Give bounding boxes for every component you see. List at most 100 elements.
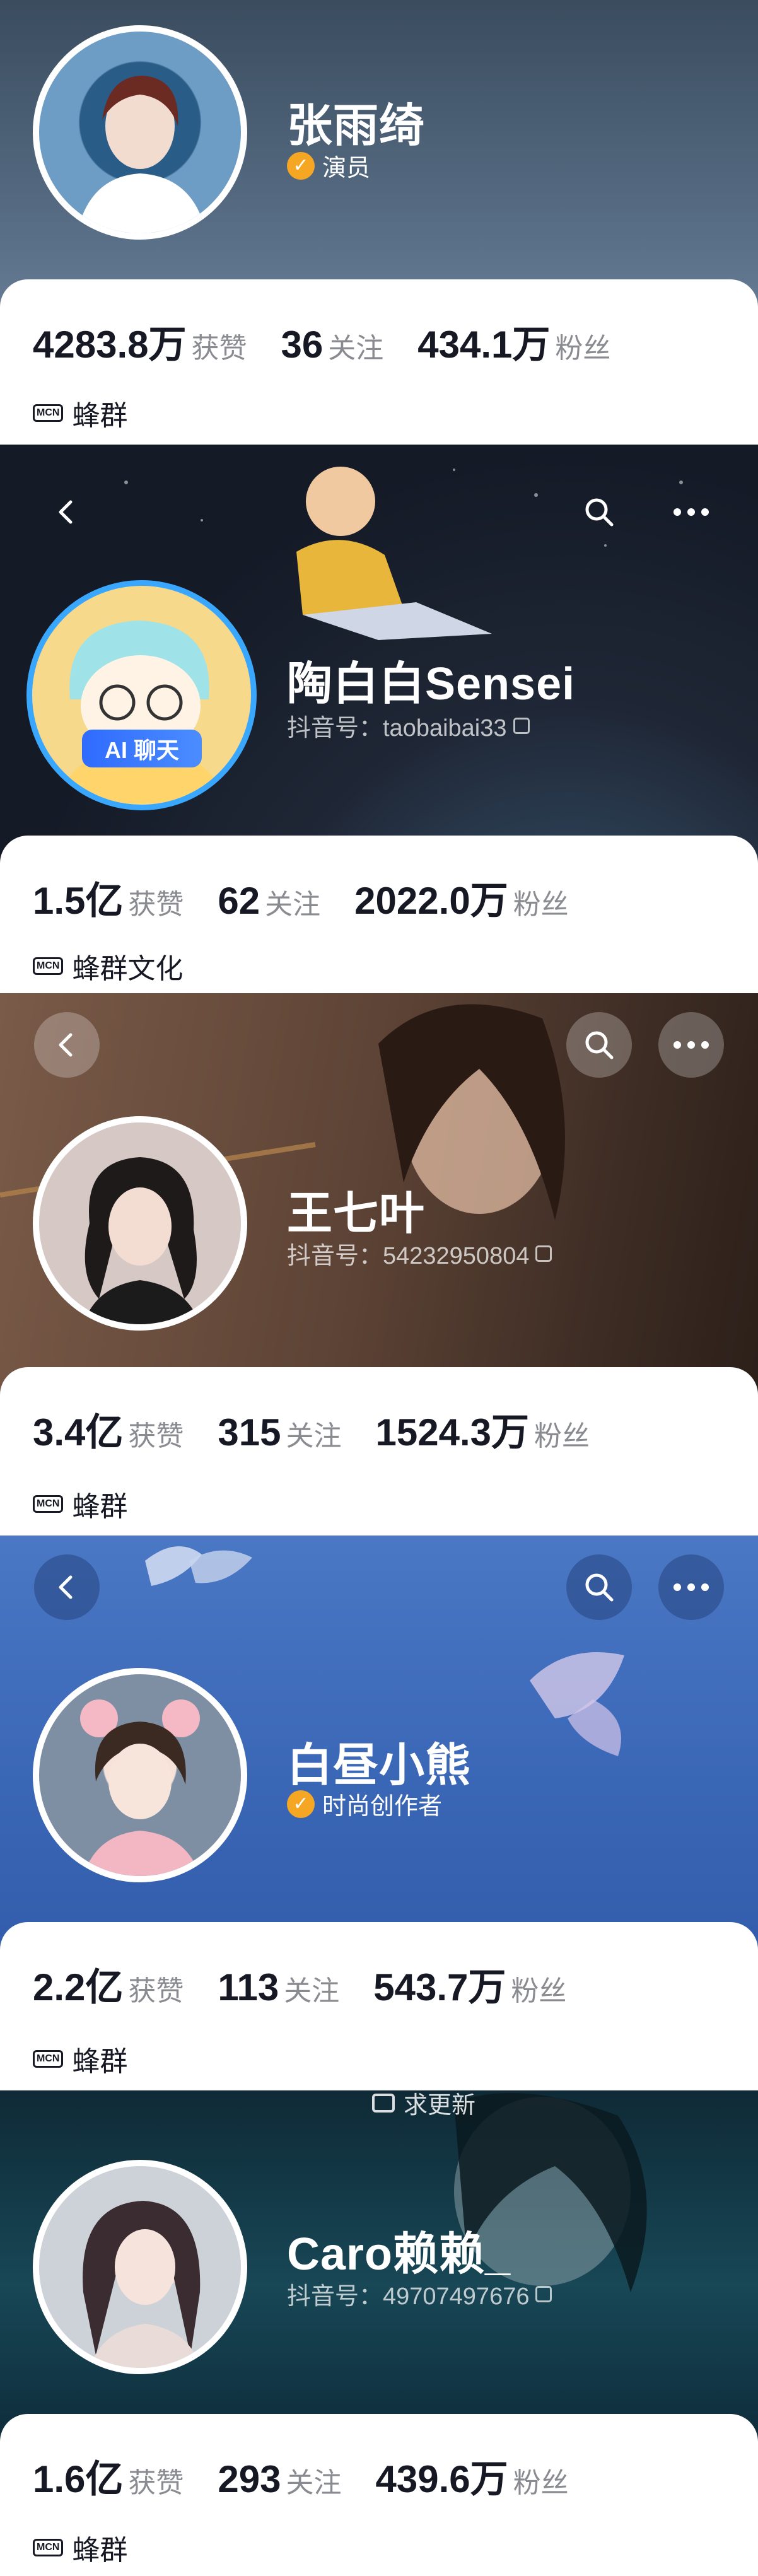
following-count: 315 [218, 1411, 281, 1454]
fans-label: 粉丝 [513, 889, 569, 920]
profile-section-2: AI 聊天 陶白白Sensei 抖音号：taobaibai33 1.5亿 获赞 … [0, 445, 758, 993]
following-label: 关注 [265, 889, 321, 920]
fans-stat[interactable]: 1524.3万 粉丝 [376, 1402, 590, 1457]
avatar-illustration [80, 1699, 200, 1876]
following-count: 62 [218, 880, 260, 922]
account-id[interactable]: 抖音号：taobaibai33 [287, 708, 530, 743]
top-hint[interactable]: 求更新 [372, 2090, 475, 2120]
profile-section-1: 张雨绮 ✓ 演员 4283.8万 获赞 36 关注 434.1万 粉丝 MCN … [0, 0, 758, 445]
fans-stat[interactable]: 543.7万 粉丝 [373, 1957, 566, 2012]
following-stat[interactable]: 62 关注 [218, 879, 320, 923]
search-button[interactable] [566, 1012, 632, 1078]
avatar[interactable] [33, 1668, 247, 1882]
account-id[interactable]: 抖音号：54232950804 [287, 1236, 552, 1271]
likes-stat[interactable]: 3.4亿 获赞 [33, 1402, 184, 1457]
mcn-name: 蜂群 [72, 400, 128, 431]
fans-count: 434.1万 [417, 323, 551, 366]
profile-name: 王七叶 [287, 1189, 426, 1239]
fans-count: 1524.3万 [375, 1411, 530, 1454]
mcn-icon: MCN [33, 1495, 64, 1513]
stats-row: 2.2亿 获赞 113 关注 543.7万 粉丝 [33, 1957, 600, 2012]
verification-label: 演员 [322, 155, 371, 182]
copy-icon[interactable] [513, 717, 530, 734]
account-id-text: 抖音号：54232950804 [287, 1243, 530, 1269]
profile-section-3: 王七叶 抖音号：54232950804 3.4亿 获赞 315 关注 1524.… [0, 993, 758, 1536]
following-label: 关注 [286, 2468, 342, 2498]
more-horizontal-icon [673, 1041, 709, 1049]
following-count: 293 [218, 2458, 281, 2500]
likes-label: 获赞 [191, 333, 247, 364]
avatar[interactable] [26, 580, 257, 810]
fans-label: 粉丝 [534, 1421, 590, 1452]
back-button[interactable] [34, 1554, 100, 1620]
following-label: 关注 [328, 333, 384, 364]
chevron-left-icon [59, 1033, 73, 1057]
fans-count: 543.7万 [373, 1966, 506, 2008]
more-button[interactable] [658, 479, 724, 545]
more-horizontal-icon [673, 508, 709, 516]
likes-count: 4283.8万 [33, 323, 187, 366]
search-button[interactable] [566, 479, 632, 545]
fans-label: 粉丝 [511, 1976, 567, 2007]
stats-row: 3.4亿 获赞 315 关注 1524.3万 粉丝 [33, 1402, 624, 1457]
mcn-icon: MCN [33, 404, 64, 422]
likes-stat[interactable]: 4283.8万 获赞 [33, 314, 247, 369]
search-icon [585, 1031, 614, 1059]
profile-name: 张雨绮 [287, 101, 426, 151]
avatar[interactable] [33, 2160, 247, 2374]
account-id-text: 抖音号：taobaibai33 [287, 715, 507, 742]
mcn-name: 蜂群文化 [72, 953, 184, 984]
mcn-icon: MCN [33, 2539, 64, 2556]
avatar-illustration [83, 2201, 201, 2368]
profile-card: 2.2亿 获赞 113 关注 543.7万 粉丝 MCN 蜂群 [0, 1922, 758, 2090]
search-icon [585, 498, 614, 527]
back-button[interactable] [34, 1012, 100, 1078]
mcn-row[interactable]: MCN 蜂群 [33, 2039, 127, 2079]
avatar-illustration [83, 1157, 200, 1324]
profile-name: 陶白白Sensei [287, 659, 576, 709]
following-count: 36 [281, 323, 324, 366]
fans-label: 粉丝 [513, 2468, 569, 2498]
avatar[interactable] [33, 25, 247, 240]
fans-stat[interactable]: 2022.0万 粉丝 [354, 870, 569, 925]
profile-card: 1.5亿 获赞 62 关注 2022.0万 粉丝 MCN 蜂群文化 [0, 836, 758, 993]
copy-icon[interactable] [535, 2285, 552, 2302]
copy-icon[interactable] [535, 1245, 552, 1262]
following-stat[interactable]: 293 关注 [218, 2457, 341, 2501]
mcn-name: 蜂群 [72, 2046, 128, 2077]
following-stat[interactable]: 315 关注 [218, 1411, 341, 1454]
likes-stat[interactable]: 1.5亿 获赞 [33, 870, 184, 925]
profile-card: 3.4亿 获赞 315 关注 1524.3万 粉丝 MCN 蜂群 [0, 1367, 758, 1536]
profile-section-5: 求更新 Caro赖赖_ 抖音号：49707497676 1.6亿 获赞 293 … [0, 2090, 758, 2576]
fans-stat[interactable]: 434.1万 粉丝 [417, 314, 610, 369]
profile-card: 1.6亿 获赞 293 关注 439.6万 粉丝 MCN 蜂群 [0, 2414, 758, 2576]
mcn-row[interactable]: MCN 蜂群文化 [33, 946, 183, 986]
profile-name: Caro赖赖_ [287, 2229, 511, 2280]
account-id[interactable]: 抖音号：49707497676 [287, 2276, 552, 2311]
mcn-icon: MCN [33, 2050, 64, 2068]
fans-stat[interactable]: 439.6万 粉丝 [376, 2449, 569, 2503]
profile-name: 白昼小熊 [287, 1740, 472, 1791]
more-button[interactable] [658, 1012, 724, 1078]
search-button[interactable] [566, 1554, 632, 1620]
following-stat[interactable]: 113 关注 [218, 1966, 339, 2009]
likes-count: 3.4亿 [33, 1411, 124, 1454]
mcn-row[interactable]: MCN 蜂群 [33, 1484, 127, 1524]
ai-chat-button[interactable]: AI 聊天 [82, 730, 202, 767]
fans-count: 439.6万 [375, 2458, 508, 2500]
avatar-illustration [57, 621, 224, 803]
avatar-illustration [77, 76, 206, 233]
following-stat[interactable]: 36 关注 [281, 323, 384, 366]
mcn-name: 蜂群 [72, 1491, 128, 1522]
back-button[interactable] [34, 479, 100, 545]
mcn-row[interactable]: MCN 蜂群 [33, 2527, 127, 2568]
likes-stat[interactable]: 2.2亿 获赞 [33, 1957, 184, 2012]
verification-badge: ✓ 演员 [287, 148, 370, 183]
more-button[interactable] [658, 1554, 724, 1620]
mcn-row[interactable]: MCN 蜂群 [33, 393, 127, 433]
likes-label: 获赞 [128, 1976, 184, 2007]
top-hint-label: 求更新 [404, 2092, 476, 2119]
likes-stat[interactable]: 1.6亿 获赞 [33, 2449, 184, 2503]
chevron-left-icon [59, 1575, 73, 1599]
avatar[interactable] [33, 1116, 247, 1331]
